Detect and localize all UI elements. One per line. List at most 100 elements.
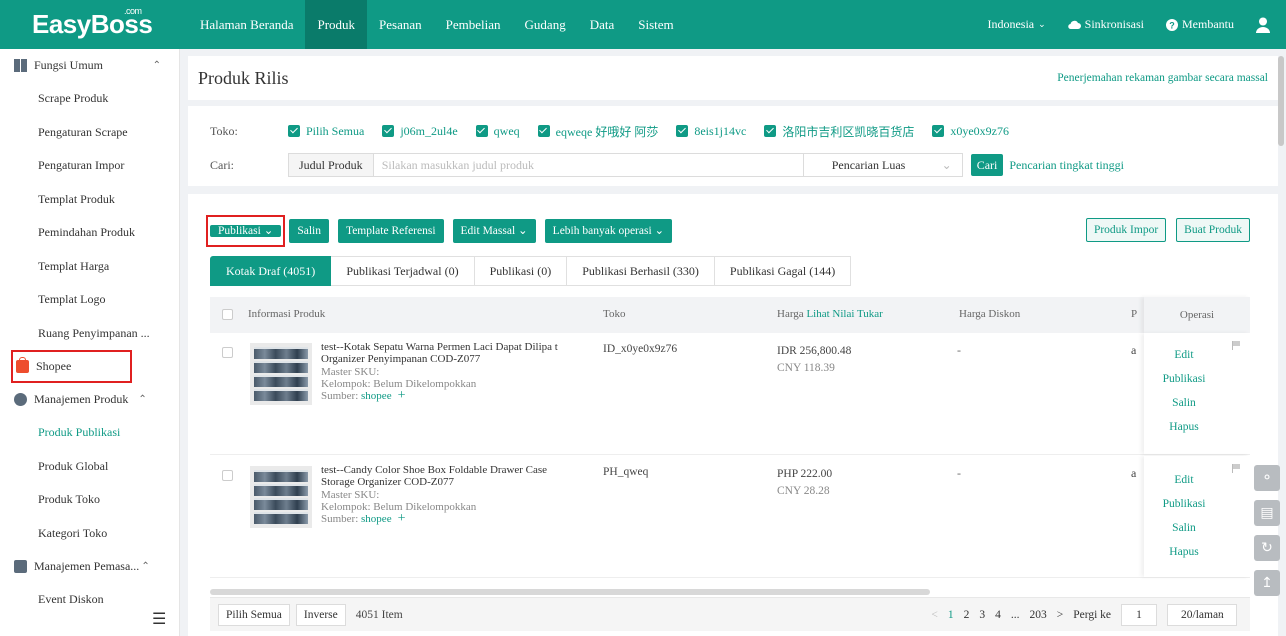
nav-data[interactable]: Data [578, 0, 627, 49]
footer-select-all-button[interactable]: Pilih Semua [218, 603, 290, 626]
search-input[interactable]: Silakan masukkan judul produk [374, 154, 804, 176]
prev-page-icon[interactable]: < [931, 609, 938, 621]
sync-label: Sinkronisasi [1084, 17, 1144, 31]
page-size-select[interactable]: 20/laman ⌄ [1167, 603, 1237, 626]
user-avatar[interactable] [1256, 17, 1274, 33]
product-source: Sumber: shopee + [321, 388, 571, 403]
source-link[interactable]: shopee [361, 390, 392, 402]
tab-published[interactable]: Publikasi Berhasil (330) [567, 256, 715, 286]
product-title[interactable]: test--Kotak Sepatu Warna Permen Laci Dap… [321, 341, 571, 365]
headset-icon[interactable]: ⚬ [1254, 465, 1280, 491]
refresh-icon[interactable]: ↻ [1254, 535, 1280, 561]
product-title[interactable]: test--Candy Color Shoe Box Foldable Draw… [321, 464, 571, 488]
page-number[interactable]: 4 [995, 609, 1001, 621]
store-checkbox[interactable]: 8eis1j14vc [676, 124, 746, 139]
tab-draft[interactable]: Kotak Draf (4051) [210, 256, 332, 286]
sidebar-item-ruang-penyimpanan[interactable]: Ruang Penyimpanan ... [0, 317, 179, 351]
copy-link[interactable]: Salin [1144, 522, 1224, 534]
row-checkbox[interactable] [222, 347, 233, 358]
delete-link[interactable]: Hapus [1144, 546, 1224, 558]
sidebar-item-produk-toko[interactable]: Produk Toko [0, 483, 179, 517]
vertical-scrollbar[interactable] [1278, 56, 1284, 146]
sync-button[interactable]: Sinkronisasi [1067, 17, 1144, 32]
publish-link[interactable]: Publikasi [1144, 373, 1224, 385]
flag-icon[interactable] [1232, 341, 1240, 350]
page-number[interactable]: 3 [979, 609, 985, 621]
select-all-checkbox[interactable] [222, 309, 233, 320]
nav-home[interactable]: Halaman Beranda [188, 0, 305, 49]
search-field-selector[interactable]: Judul Produk [289, 154, 374, 176]
page-ellipsis[interactable]: ... [1011, 609, 1020, 621]
source-link[interactable]: shopee [361, 513, 392, 525]
checkbox-label: qweq [493, 123, 520, 138]
chevron-down-icon: ⌄ [263, 225, 274, 237]
sidebar-item-pemindahan-produk[interactable]: Pemindahan Produk [0, 216, 179, 250]
flag-icon[interactable] [1232, 464, 1240, 473]
feedback-icon[interactable]: ▤ [1254, 500, 1280, 526]
collapse-menu-icon[interactable]: ☰ [152, 609, 166, 629]
sidebar-item-kategori-toko[interactable]: Kategori Toko [0, 517, 179, 551]
row-checkbox[interactable] [222, 470, 233, 481]
store-checkbox[interactable]: eqweqe 好哦好 阿莎 [537, 123, 658, 140]
import-product-button[interactable]: Produk Impor [1085, 218, 1167, 242]
tab-scheduled[interactable]: Publikasi Terjadwal (0) [331, 256, 475, 286]
store-checkbox[interactable]: 洛阳市吉利区凯晓百货店 [764, 123, 914, 140]
sidebar-group-pemasaran[interactable]: Manajemen Pemasa... ⌃ [0, 550, 179, 583]
sidebar-item-pengaturan-scrape[interactable]: Pengaturan Scrape [0, 116, 179, 150]
sidebar-group-umum[interactable]: Fungsi Umum ⌃ [0, 49, 179, 82]
publish-link[interactable]: Publikasi [1144, 498, 1224, 510]
nav-pembelian[interactable]: Pembelian [434, 0, 513, 49]
publish-label: Publikasi [218, 225, 261, 237]
goto-page-input[interactable]: 1 [1121, 603, 1157, 626]
horizontal-scrollbar[interactable] [210, 589, 930, 595]
chevron-up-icon: ⌃ [141, 561, 150, 572]
plus-icon[interactable]: + [398, 388, 406, 403]
bulk-image-translate-link[interactable]: Penerjemahan rekaman gambar secara massa… [1057, 72, 1268, 84]
page-number[interactable]: 1 [948, 609, 954, 621]
nav-gudang[interactable]: Gudang [513, 0, 578, 49]
page-number[interactable]: 2 [964, 609, 970, 621]
nav-pesanan[interactable]: Pesanan [367, 0, 434, 49]
sidebar-item-templat-harga[interactable]: Templat Harga [0, 250, 179, 284]
store-checkbox[interactable]: x0ye0x9z76 [932, 124, 1009, 139]
delete-link[interactable]: Hapus [1144, 421, 1224, 433]
search-button[interactable]: Cari [970, 154, 1004, 176]
sidebar-item-shopee[interactable]: Shopee [11, 350, 132, 383]
create-product-button[interactable]: Buat Produk [1176, 218, 1250, 242]
template-reference-button[interactable]: Template Referensi [337, 219, 444, 243]
store-checkbox[interactable]: j06m_2ul4e [382, 124, 458, 139]
more-operations-button[interactable]: Lebih banyak operasi ⌄ [544, 219, 673, 243]
product-thumbnail[interactable] [250, 466, 312, 528]
next-page-icon[interactable]: > [1057, 609, 1064, 621]
tab-failed[interactable]: Publikasi Gagal (144) [714, 256, 852, 286]
copy-button[interactable]: Salin [289, 219, 329, 243]
plus-icon[interactable]: + [398, 511, 406, 526]
advanced-search-link[interactable]: Pencarian tingkat tinggi [1009, 158, 1124, 173]
sidebar-item-scrape-produk[interactable]: Scrape Produk [0, 82, 179, 116]
store-checkbox-all[interactable]: Pilih Semua [288, 124, 364, 139]
page-number[interactable]: 203 [1029, 609, 1046, 621]
sidebar-group-produk[interactable]: Manajemen Produk ⌃ [0, 383, 179, 416]
footer-inverse-button[interactable]: Inverse [295, 603, 346, 626]
easyboss-logo[interactable]: EasyBoss .com [0, 0, 180, 49]
sidebar-item-produk-global[interactable]: Produk Global [0, 450, 179, 484]
copy-link[interactable]: Salin [1144, 397, 1224, 409]
edit-link[interactable]: Edit [1144, 474, 1224, 486]
exchange-rate-link[interactable]: Lihat Nilai Tukar [806, 308, 882, 320]
publish-button[interactable]: Publikasi ⌄ [210, 225, 282, 237]
back-to-top-icon[interactable]: ↥ [1254, 570, 1280, 596]
store-checkbox[interactable]: qweq [475, 123, 520, 139]
sidebar-item-templat-produk[interactable]: Templat Produk [0, 183, 179, 217]
help-button[interactable]: ? Membantu [1166, 17, 1234, 32]
region-selector[interactable]: Indonesia ⌄ [987, 17, 1045, 32]
search-mode-select[interactable]: Pencarian Luas ⌄ [804, 154, 962, 176]
bulk-edit-button[interactable]: Edit Massal ⌄ [452, 219, 536, 243]
nav-sistem[interactable]: Sistem [626, 0, 685, 49]
nav-produk[interactable]: Produk [305, 0, 368, 49]
sidebar-item-pengaturan-impor[interactable]: Pengaturan Impor [0, 149, 179, 183]
product-thumbnail[interactable] [250, 343, 312, 405]
tab-publishing[interactable]: Publikasi (0) [474, 256, 568, 286]
sidebar-item-produk-publikasi[interactable]: Produk Publikasi [0, 416, 179, 450]
sidebar-item-templat-logo[interactable]: Templat Logo [0, 283, 179, 317]
edit-link[interactable]: Edit [1144, 349, 1224, 361]
